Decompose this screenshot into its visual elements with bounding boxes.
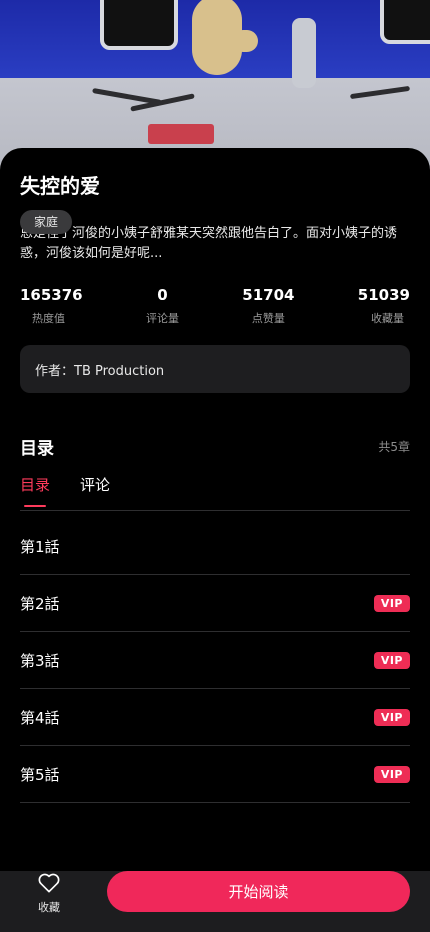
stat-value: 0 bbox=[157, 286, 168, 304]
heart-icon bbox=[38, 873, 60, 893]
book-title: 失控的爱 bbox=[20, 174, 100, 198]
cover-post bbox=[292, 18, 316, 88]
chapter-name: 第5話 bbox=[20, 765, 60, 784]
cover-chair bbox=[380, 0, 430, 44]
start-reading-button[interactable]: 开始阅读 bbox=[107, 871, 410, 912]
favorite-button[interactable]: 收藏 bbox=[22, 873, 76, 915]
tab-comments[interactable]: 评论 bbox=[80, 474, 110, 495]
stat-favorites: 51039 收藏量 bbox=[358, 286, 410, 326]
chapter-item[interactable]: 第5話 VIP bbox=[20, 746, 410, 803]
author-text: 作者：TB Production bbox=[35, 363, 165, 379]
bottom-action-bar: 收藏 开始阅读 bbox=[0, 871, 430, 932]
stat-value: 165376 bbox=[20, 286, 83, 304]
stat-label: 点赞量 bbox=[251, 312, 285, 325]
tab-catalog[interactable]: 目录 bbox=[20, 474, 50, 507]
cover-floor-mark bbox=[148, 124, 214, 144]
stat-label: 评论量 bbox=[145, 312, 179, 325]
chapter-name: 第3話 bbox=[20, 651, 60, 670]
vip-badge: VIP bbox=[373, 651, 410, 669]
author-card[interactable]: 作者：TB Production bbox=[20, 345, 410, 393]
chapter-name: 第1話 bbox=[20, 537, 60, 556]
stat-label: 收藏量 bbox=[370, 312, 404, 325]
chapter-list: 第1話 第2話 VIP 第3話 VIP 第4話 VIP 第5話 VIP bbox=[20, 518, 410, 803]
vip-badge: VIP bbox=[373, 765, 410, 783]
book-description: 恩是怪了河俊的小姨子舒雅某天突然跟他告白了。面对小姨子的诱惑，河俊该如何是好呢.… bbox=[20, 226, 398, 261]
chapter-name: 第4話 bbox=[20, 708, 60, 727]
toc-header: 目录 共5章 bbox=[20, 434, 410, 459]
stat-likes: 51704 点赞量 bbox=[242, 286, 294, 326]
detail-sheet: 失控的爱 家庭 恩是怪了河俊的小姨子舒雅某天突然跟他告白了。面对小姨子的诱惑，河… bbox=[0, 148, 430, 932]
cover-chair bbox=[100, 0, 178, 50]
vip-badge: VIP bbox=[373, 708, 410, 726]
chapter-count: 共5章 bbox=[378, 440, 410, 454]
chapter-name: 第2話 bbox=[20, 594, 60, 613]
chapter-item[interactable]: 第1話 bbox=[20, 518, 410, 575]
toc-tabs: 目录 评论 bbox=[20, 474, 140, 507]
chapter-item[interactable]: 第4話 VIP bbox=[20, 689, 410, 746]
favorite-label: 收藏 bbox=[38, 901, 60, 914]
chapter-item[interactable]: 第2話 VIP bbox=[20, 575, 410, 632]
stat-label: 热度值 bbox=[32, 312, 65, 325]
toc-title: 目录 bbox=[20, 439, 54, 459]
cover-dog-tail bbox=[232, 30, 258, 52]
vip-badge: VIP bbox=[373, 594, 410, 612]
stats-row: 165376 热度值 0 评论量 51704 点赞量 51039 收藏量 bbox=[20, 286, 410, 326]
stat-value: 51039 bbox=[357, 286, 410, 304]
stat-value: 51704 bbox=[242, 286, 295, 304]
chapter-item[interactable]: 第3話 VIP bbox=[20, 632, 410, 689]
genre-tag[interactable]: 家庭 bbox=[20, 210, 73, 234]
tab-divider bbox=[20, 510, 410, 511]
stat-comments: 0 评论量 bbox=[146, 286, 179, 326]
stat-heat: 165376 热度值 bbox=[20, 286, 83, 326]
